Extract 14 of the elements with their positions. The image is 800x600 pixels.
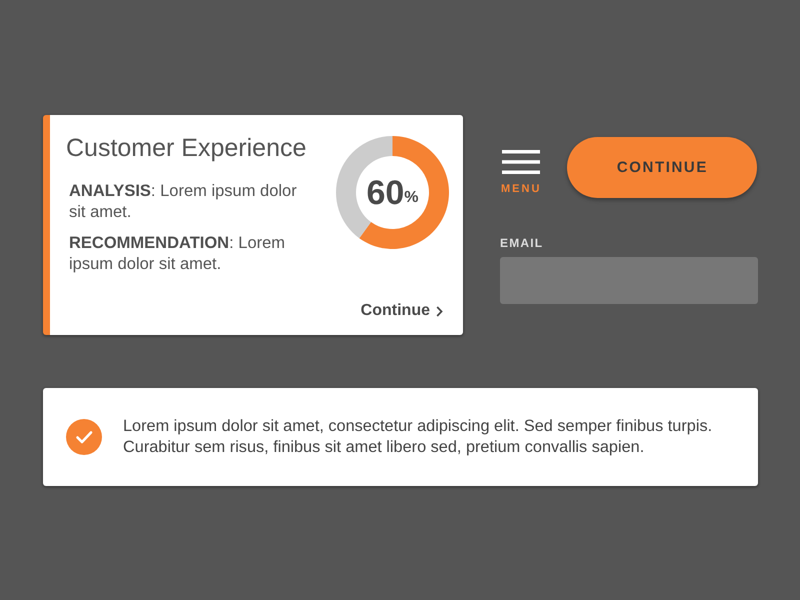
card-title: Customer Experience [66, 133, 308, 163]
percent-value: 60 [366, 174, 404, 212]
continue-link[interactable]: Continue [360, 302, 443, 320]
menu-button[interactable]: MENU [501, 150, 542, 195]
email-input[interactable] [500, 257, 758, 304]
check-circle-icon [66, 419, 102, 455]
menu-icon [502, 150, 540, 174]
email-label: EMAIL [500, 236, 544, 250]
continue-button[interactable]: CONTINUE [567, 137, 758, 198]
percent-sign: % [404, 188, 419, 206]
chevron-right-icon [436, 306, 443, 316]
insight-paragraph: ANALYSIS: Lorem ipsum dolor sit amet. [69, 181, 298, 223]
insight-paragraph: RECOMMENDATION: Lorem ipsum dolor sit amet. [69, 233, 286, 275]
notice-text: Lorem ipsum dolor sit amet, consectetur adipiscing elit. Sed semper finibus turpis. Curabitur sem risus, finibus sit amet libero sed, pretium convallis sapien. [123, 416, 714, 458]
